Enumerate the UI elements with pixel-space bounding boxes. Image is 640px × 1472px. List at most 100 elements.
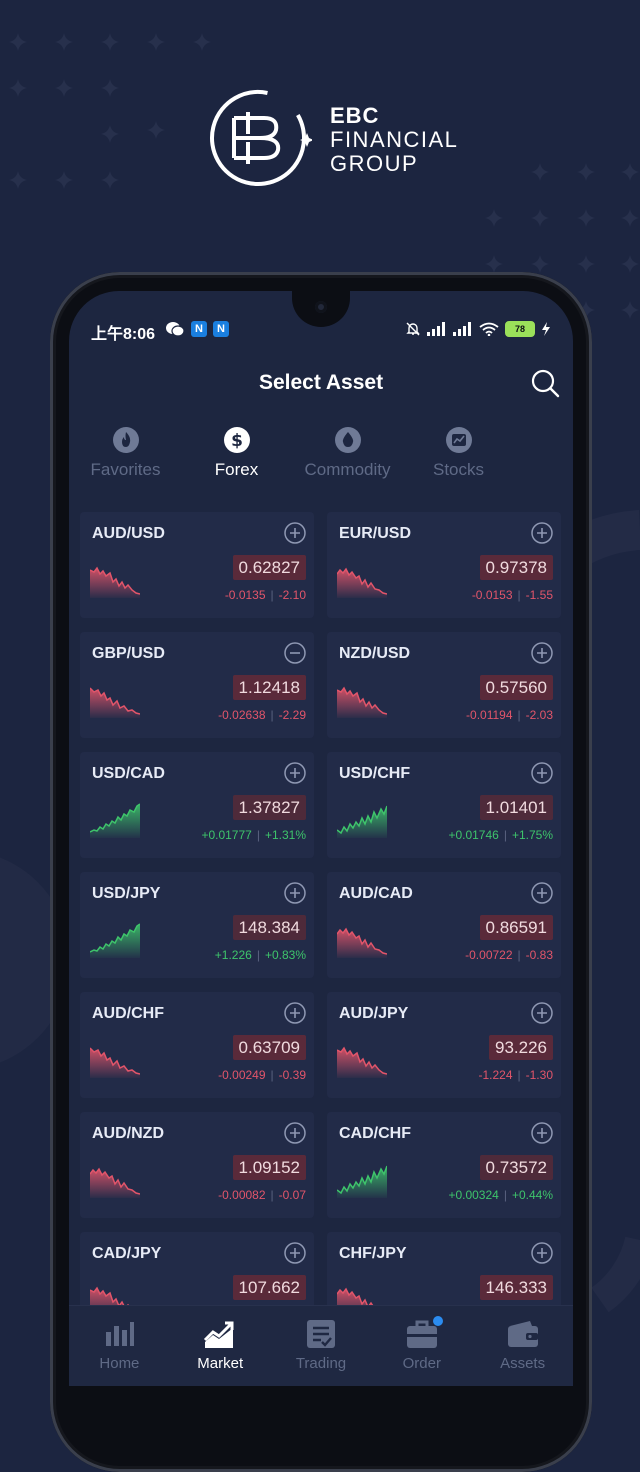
clipboard-icon (306, 1320, 335, 1348)
add-favorite-icon[interactable] (531, 642, 553, 664)
nav-label: Market (197, 1355, 244, 1372)
add-favorite-icon[interactable] (284, 1122, 306, 1144)
add-favorite-icon[interactable] (531, 882, 553, 904)
battery-indicator: 78 (505, 321, 535, 337)
add-favorite-icon[interactable] (531, 522, 553, 544)
change-percent: -2.03 (525, 708, 553, 722)
notification-chip-a: N (191, 321, 207, 337)
change-value: +0.00324 (448, 1188, 499, 1202)
change-value: -0.00249 (218, 1068, 266, 1082)
asset-card[interactable]: AUD/USD 0.62827 -0.0135 | -2.10 (80, 512, 314, 618)
sparkline-chart (337, 1165, 387, 1198)
change-separator: | (256, 828, 260, 842)
change-value: -1.224 (478, 1068, 513, 1082)
asset-card[interactable]: CAD/CHF 0.73572 +0.00324 | +0.44% (327, 1112, 561, 1218)
asset-symbol: AUD/CAD (339, 885, 413, 902)
status-time: 上午8:06 (91, 326, 156, 343)
nav-label: Home (99, 1355, 140, 1372)
asset-change: -1.224 | -1.30 (478, 1068, 553, 1082)
asset-symbol: NZD/USD (339, 645, 411, 662)
asset-card[interactable]: EUR/USD 0.97378 -0.0153 | -1.55 (327, 512, 561, 618)
tab-favorites[interactable]: Favorites (70, 423, 181, 499)
asset-price: 0.62827 (232, 555, 306, 580)
asset-symbol: AUD/JPY (339, 1005, 409, 1022)
change-value: -0.0153 (471, 588, 513, 602)
sparkline-chart (90, 1167, 140, 1198)
asset-change: -0.00249 | -0.39 (218, 1068, 306, 1082)
nav-trading[interactable]: Trading (271, 1306, 372, 1386)
change-value: -0.00722 (465, 948, 513, 962)
change-percent: -0.83 (525, 948, 553, 962)
change-separator: | (503, 1188, 507, 1202)
tab-forex[interactable]: $ Forex (181, 423, 292, 499)
search-icon[interactable] (529, 367, 561, 399)
brand-wordmark: EBC FINANCIAL GROUP (330, 104, 458, 176)
asset-card[interactable]: AUD/JPY 93.226 -1.224 | -1.30 (327, 992, 561, 1098)
asset-change: -0.0153 | -1.55 (472, 588, 553, 602)
change-separator: | (517, 1068, 521, 1082)
add-favorite-icon[interactable] (284, 762, 306, 784)
asset-card[interactable]: USD/CHF 1.01401 +0.01746 | +1.75% (327, 752, 561, 858)
asset-card[interactable]: NZD/USD 0.57560 -0.01194 | -2.03 (327, 632, 561, 738)
tab-label: Stocks (432, 460, 485, 479)
asset-symbol: GBP/USD (92, 645, 165, 662)
change-separator: | (503, 828, 507, 842)
add-favorite-icon[interactable] (284, 1242, 306, 1264)
asset-price: 1.09152 (232, 1155, 306, 1180)
change-value: -0.02638 (218, 708, 266, 722)
bottom-navigation: Home Market Trading Order Assets (69, 1305, 573, 1386)
add-favorite-icon[interactable] (284, 1002, 306, 1024)
ebc-logo-icon (210, 90, 314, 186)
stock-chart-icon (445, 427, 472, 453)
sparkline-chart (337, 805, 387, 838)
nav-market[interactable]: Market (170, 1306, 271, 1386)
nav-label: Order (402, 1355, 441, 1372)
add-favorite-icon[interactable] (531, 1242, 553, 1264)
change-separator: | (270, 1188, 274, 1202)
asset-card[interactable]: AUD/CAD 0.86591 -0.00722 | -0.83 (327, 872, 561, 978)
asset-card[interactable]: AUD/CHF 0.63709 -0.00249 | -0.39 (80, 992, 314, 1098)
asset-card[interactable]: AUD/NZD 1.09152 -0.00082 | -0.07 (80, 1112, 314, 1218)
header: Select Asset (69, 361, 573, 405)
add-favorite-icon[interactable] (531, 762, 553, 784)
asset-category-tabs: Favorites $ Forex Commodity Stocks (69, 423, 573, 499)
change-percent: -1.55 (525, 588, 553, 602)
asset-change: -0.0135 | -2.10 (225, 588, 306, 602)
status-right-icons: 78 (405, 319, 551, 339)
asset-change: +0.00324 | +0.44% (448, 1188, 553, 1202)
change-separator: | (517, 948, 521, 962)
add-favorite-icon[interactable] (284, 522, 306, 544)
tab-commodity[interactable]: Commodity (292, 423, 403, 499)
tab-label: Commodity (304, 460, 391, 479)
asset-card[interactable]: USD/JPY 148.384 +1.226 | +0.83% (80, 872, 314, 978)
change-value: -0.00082 (218, 1188, 266, 1202)
remove-favorite-icon[interactable] (284, 642, 306, 664)
change-separator: | (517, 588, 521, 602)
order-badge-dot (433, 1316, 444, 1326)
wifi-icon (479, 322, 499, 336)
asset-change: +1.226 | +0.83% (215, 948, 306, 962)
sparkline-chart (90, 566, 140, 598)
change-separator: | (256, 948, 260, 962)
asset-price: 93.226 (489, 1035, 553, 1060)
add-favorite-icon[interactable] (284, 882, 306, 904)
tab-stocks[interactable]: Stocks (403, 423, 514, 499)
asset-change: -0.00082 | -0.07 (218, 1188, 306, 1202)
asset-symbol: CHF/JPY (339, 1245, 407, 1262)
change-percent: +0.44% (511, 1188, 553, 1202)
asset-symbol: EUR/USD (339, 525, 412, 542)
asset-price: 0.57560 (479, 675, 553, 700)
asset-card[interactable]: USD/CAD 1.37827 +0.01777 | +1.31% (80, 752, 314, 858)
nav-order[interactable]: Order (371, 1306, 472, 1386)
asset-price: 1.12418 (232, 675, 306, 700)
asset-card[interactable]: GBP/USD 1.12418 -0.02638 | -2.29 (80, 632, 314, 738)
asset-change: +0.01777 | +1.31% (201, 828, 306, 842)
asset-symbol: USD/JPY (92, 885, 161, 902)
add-favorite-icon[interactable] (531, 1122, 553, 1144)
nav-assets[interactable]: Assets (472, 1306, 573, 1386)
nav-home[interactable]: Home (69, 1306, 170, 1386)
asset-symbol: AUD/NZD (92, 1125, 164, 1142)
add-favorite-icon[interactable] (531, 1002, 553, 1024)
asset-change: -0.01194 | -2.03 (466, 708, 553, 722)
asset-price: 0.97378 (479, 555, 553, 580)
